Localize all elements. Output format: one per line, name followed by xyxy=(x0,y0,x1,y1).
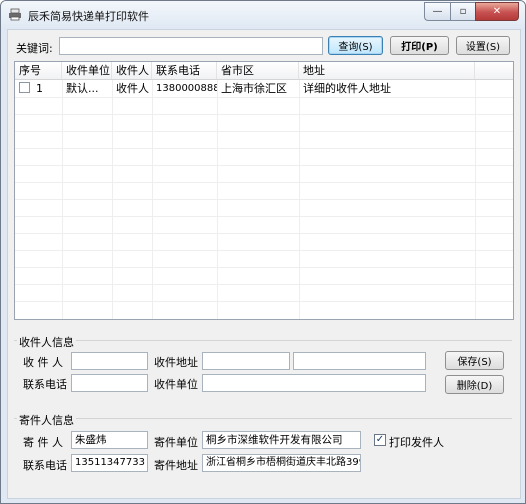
row-divider xyxy=(15,165,513,166)
printer-app-icon xyxy=(9,8,21,21)
column-header-region[interactable]: 省市区 xyxy=(217,62,299,79)
print-button[interactable]: 打印(P) xyxy=(390,36,449,55)
close-button[interactable]: ✕ xyxy=(475,2,519,21)
row-divider xyxy=(15,267,513,268)
table-header: 序号 收件单位 收件人 联系电话 省市区 地址 xyxy=(15,62,513,80)
title-bar[interactable]: 辰禾简易快递单打印软件 — ▫ ✕ xyxy=(1,1,525,29)
window-title: 辰禾简易快递单打印软件 xyxy=(28,10,149,23)
cell-no-text: 1 xyxy=(36,82,43,95)
main-window: 辰禾简易快递单打印软件 — ▫ ✕ 关键词: 查询(S) 打印(P) 设置(S)… xyxy=(0,0,526,504)
sender-phone-label: 联系电话 xyxy=(23,459,67,472)
cell-region: 上海市徐汇区 xyxy=(221,82,287,95)
row-divider xyxy=(15,97,513,98)
recipient-phone-input[interactable] xyxy=(71,374,148,392)
sender-name-input[interactable]: 朱盛炜 xyxy=(71,431,148,449)
row-divider xyxy=(15,250,513,251)
sender-unit-label: 寄件单位 xyxy=(154,436,198,449)
cell-name: 收件人 xyxy=(116,82,149,95)
print-sender-checkbox[interactable]: ✓ xyxy=(374,434,386,446)
keyword-label: 关键词: xyxy=(16,42,53,55)
column-header-name[interactable]: 收件人 xyxy=(112,62,152,79)
row-divider xyxy=(15,182,513,183)
cell-unit: 默认... xyxy=(66,82,99,95)
column-header-address[interactable]: 地址 xyxy=(299,62,475,79)
sender-address-label: 寄件地址 xyxy=(154,459,198,472)
row-divider xyxy=(15,233,513,234)
records-table: 序号 收件单位 收件人 联系电话 省市区 地址 1 默认... 收件人 1380… xyxy=(14,61,514,320)
search-button[interactable]: 查询(S) xyxy=(328,36,383,55)
client-area: 关键词: 查询(S) 打印(P) 设置(S) 序号 收件单位 收件人 联系电话 … xyxy=(7,29,521,499)
row-divider xyxy=(15,148,513,149)
recipient-name-input[interactable] xyxy=(71,352,148,370)
recipient-address-label: 收件地址 xyxy=(154,356,198,369)
sender-address-input[interactable]: 浙江省桐乡市梧桐街道庆丰北路399号 xyxy=(202,454,361,472)
row-divider xyxy=(15,301,513,302)
recipient-address-detail-input[interactable] xyxy=(293,352,426,370)
save-button[interactable]: 保存(S) xyxy=(445,351,504,370)
row-checkbox[interactable] xyxy=(19,82,30,93)
row-divider xyxy=(15,284,513,285)
recipient-group-title: 收件人信息 xyxy=(17,334,76,350)
row-divider xyxy=(15,216,513,217)
row-divider xyxy=(15,131,513,132)
delete-button[interactable]: 删除(D) xyxy=(445,375,504,394)
column-header-phone[interactable]: 联系电话 xyxy=(152,62,217,79)
column-header-no[interactable]: 序号 xyxy=(15,62,62,79)
settings-button[interactable]: 设置(S) xyxy=(456,36,510,55)
cell-no: 1 xyxy=(15,80,62,97)
table-body: 1 默认... 收件人 13800008888 上海市徐汇区 详细的收件人地址 xyxy=(15,80,513,319)
recipient-address-input[interactable] xyxy=(202,352,290,370)
row-divider xyxy=(15,114,513,115)
sender-group-title: 寄件人信息 xyxy=(17,412,76,428)
row-divider xyxy=(15,199,513,200)
recipient-name-label: 收 件 人 xyxy=(23,356,63,369)
sender-phone-input[interactable]: 13511347733 xyxy=(71,454,148,472)
minimize-button[interactable]: — xyxy=(424,2,450,21)
sender-name-label: 寄 件 人 xyxy=(23,436,63,449)
sender-unit-input[interactable]: 桐乡市深维软件开发有限公司 xyxy=(202,431,361,449)
maximize-button[interactable]: ▫ xyxy=(450,2,475,21)
keyword-input[interactable] xyxy=(59,37,323,55)
cell-phone: 13800008888 xyxy=(156,83,217,94)
column-header-unit[interactable]: 收件单位 xyxy=(62,62,112,79)
recipient-unit-label: 收件单位 xyxy=(154,378,198,391)
print-sender-label: 打印发件人 xyxy=(389,436,444,449)
recipient-unit-input[interactable] xyxy=(202,374,426,392)
cell-address: 详细的收件人地址 xyxy=(303,82,391,95)
window-controls: — ▫ ✕ xyxy=(424,2,519,21)
recipient-phone-label: 联系电话 xyxy=(23,378,67,391)
recipient-group: 收件人信息 xyxy=(14,334,512,405)
